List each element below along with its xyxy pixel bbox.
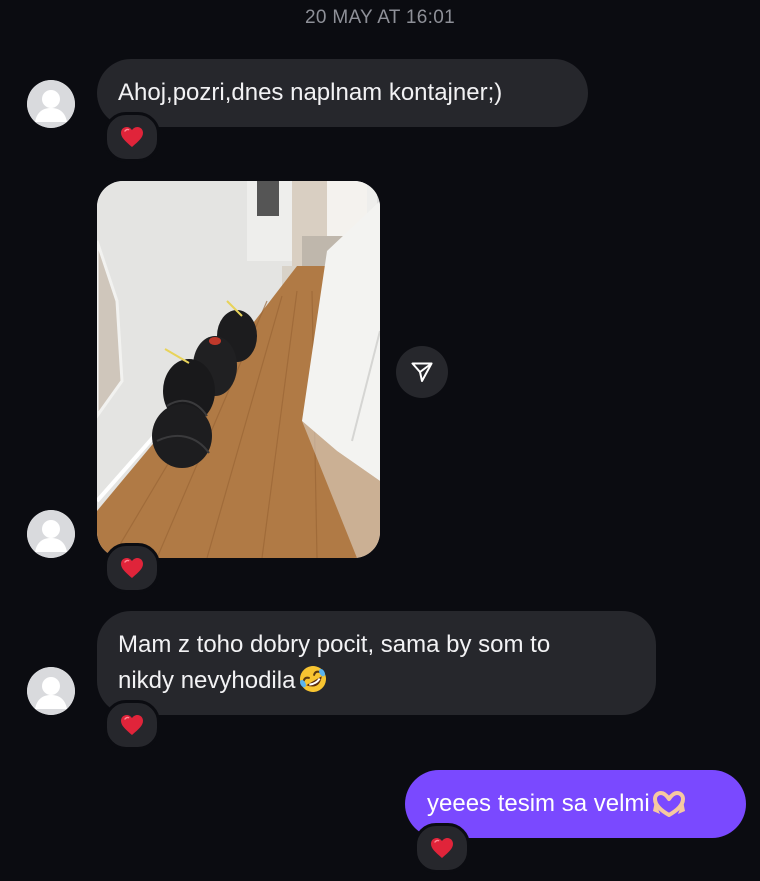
incoming-message-bubble[interactable]: Mam z toho dobry pocit, sama by som to n… xyxy=(97,611,656,715)
sender-avatar[interactable] xyxy=(27,510,75,558)
heart-icon xyxy=(121,127,143,147)
incoming-message-bubble[interactable]: Ahoj,pozri,dnes naplnam kontajner;) xyxy=(97,59,588,127)
heart-icon xyxy=(431,838,453,858)
heart-icon xyxy=(121,558,143,578)
message-reaction[interactable] xyxy=(104,112,160,162)
shared-photo[interactable] xyxy=(97,181,380,558)
message-reaction[interactable] xyxy=(104,543,160,593)
default-user-avatar-icon xyxy=(27,510,75,558)
message-text-line: nikdy nevyhodila xyxy=(118,663,635,705)
message-reaction[interactable] xyxy=(414,823,470,873)
message-reaction[interactable] xyxy=(104,700,160,750)
sender-avatar[interactable] xyxy=(27,80,75,128)
heart-hands-emoji xyxy=(652,791,686,828)
thread-timestamp: 20 MAY AT 16:01 xyxy=(305,7,455,28)
default-user-avatar-icon xyxy=(27,667,75,715)
sender-avatar[interactable] xyxy=(27,667,75,715)
message-text-fragment: nikdy nevyhodila xyxy=(118,667,296,694)
default-user-avatar-icon xyxy=(27,80,75,128)
message-text-line: Mam z toho dobry pocit, sama by som to xyxy=(118,631,551,658)
photo-hallway-garbage-bags xyxy=(97,181,380,558)
chat-thread: 20 MAY AT 16:01 Ahoj,pozri,dnes naplnam … xyxy=(0,0,760,881)
rolling-on-floor-laughing-emoji xyxy=(297,664,329,705)
message-text: Ahoj,pozri,dnes naplnam kontajner;) xyxy=(118,79,503,106)
heart-icon xyxy=(121,715,143,735)
send-paper-plane-icon xyxy=(411,362,433,382)
share-button[interactable] xyxy=(396,346,448,398)
message-text: yeees tesim sa velmi xyxy=(427,790,650,817)
